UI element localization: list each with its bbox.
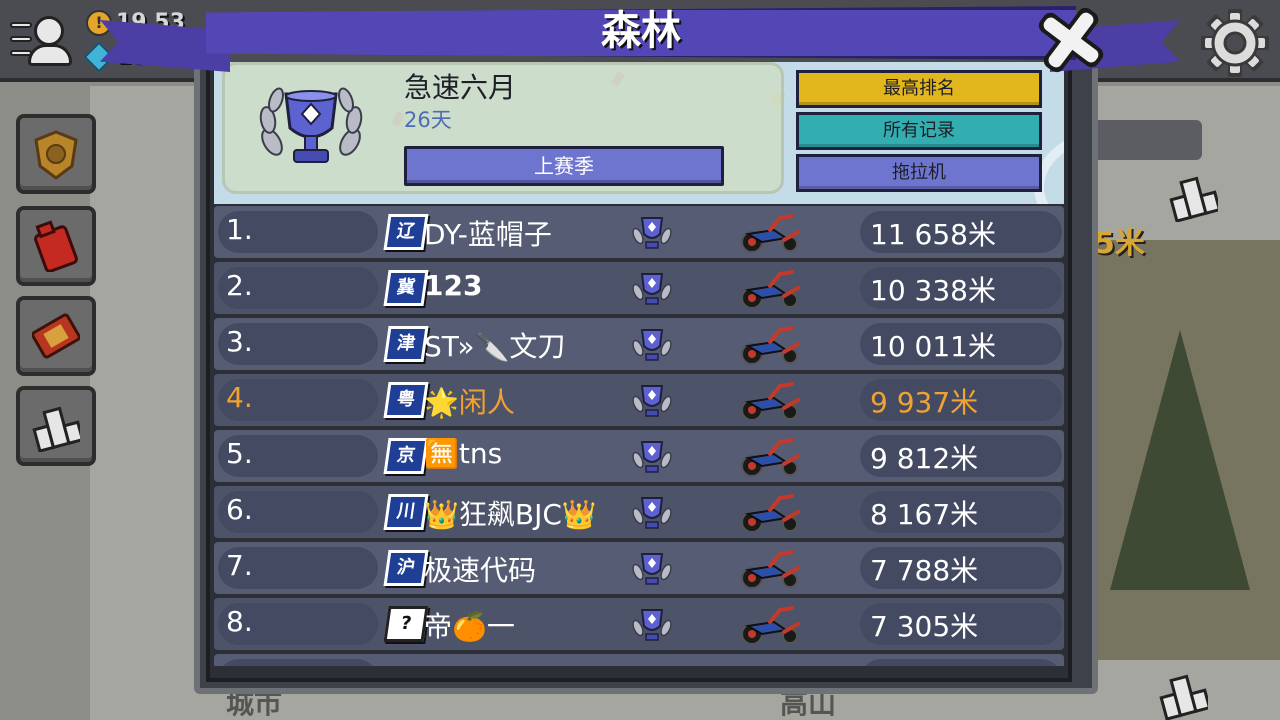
leaderboard-row[interactable]: 8. ? 帝🍊一 7 305米 — [214, 598, 1064, 650]
season-trophy-icon — [259, 87, 363, 163]
podium-icon — [32, 406, 80, 452]
leaderboard-row[interactable]: 2. 冀 123 10 338米 — [214, 262, 1064, 314]
rank-number: 4. — [226, 381, 253, 414]
rank-number: 2. — [226, 269, 253, 302]
distance-value: 7 788米 — [870, 554, 979, 587]
player-name: 帝🍊一 — [424, 610, 515, 643]
close-icon[interactable] — [1030, 0, 1112, 80]
region-flag-icon: 津 — [383, 326, 429, 362]
player-name: 👑狂飙BJC👑 — [424, 498, 597, 531]
leaderboard-row[interactable]: 7. 沪 极速代码 7 788米 — [214, 542, 1064, 594]
distance-value: 9 812米 — [870, 442, 979, 475]
side-leaderboard-button[interactable] — [16, 386, 96, 466]
ticket-icon — [32, 313, 80, 359]
tractor-icon — [741, 438, 800, 477]
rank-number: 5. — [226, 437, 253, 470]
region-flag-icon: 冀 — [383, 270, 429, 306]
side-shield-button[interactable] — [16, 114, 96, 194]
region-flag-icon: 辽 — [383, 214, 429, 250]
distance-value: 8 167米 — [870, 498, 979, 531]
region-flag-icon: 粤 — [383, 382, 429, 418]
profile-menu-icon[interactable] — [8, 10, 74, 72]
distance-value: 11 658米 — [870, 218, 996, 251]
distance-value: 10 011米 — [870, 330, 996, 363]
season-days-left: 26天 — [404, 108, 452, 132]
rank-number: 1. — [226, 213, 253, 246]
trophy-icon — [632, 385, 672, 417]
tractor-icon — [741, 214, 800, 253]
player-name: ST»🔪文刀 — [424, 330, 566, 363]
leaderboard-row[interactable]: 3. 津 ST»🔪文刀 10 011米 — [214, 318, 1064, 370]
region-flag-icon: 川 — [383, 494, 429, 530]
leaderboard-row[interactable]: 6. 川 👑狂飙BJC👑 8 167米 — [214, 486, 1064, 538]
tractor-icon — [741, 494, 800, 533]
region-flag-icon: 沪 — [383, 550, 429, 586]
background-distance-text: 5米 — [1094, 226, 1145, 261]
podium-icon — [1169, 176, 1218, 222]
previous-season-button[interactable]: 上赛季 — [404, 146, 724, 186]
side-ticket-button[interactable] — [16, 296, 96, 376]
player-name: 🈚tns — [424, 437, 503, 470]
player-name: 极速代码 — [424, 554, 537, 587]
leaderboard-list: 1. 辽 DY-蓝帽子 11 658米 2. 冀 123 10 338米 3. … — [214, 204, 1064, 666]
tractor-icon — [741, 270, 800, 309]
background-tree — [1110, 330, 1250, 590]
tab-top-rank[interactable]: 最高排名 — [796, 70, 1042, 108]
trophy-icon — [632, 329, 672, 361]
settings-gear-icon[interactable] — [1198, 6, 1272, 80]
region-flag-icon: 京 — [383, 438, 429, 474]
rank-number: 6. — [226, 493, 253, 526]
leaderboard-row-partial[interactable] — [214, 654, 1064, 666]
side-fuel-button[interactable] — [16, 206, 96, 286]
tab-all-records[interactable]: 所有记录 — [796, 112, 1042, 150]
trophy-icon — [632, 609, 672, 641]
region-flag-icon: ? — [383, 606, 429, 642]
tractor-icon — [741, 382, 800, 421]
leaderboard-row[interactable]: 5. 京 🈚tns 9 812米 — [214, 430, 1064, 482]
rank-number: 3. — [226, 325, 253, 358]
player-name: 123 — [424, 269, 483, 302]
player-name: 🌟闲人 — [424, 386, 515, 419]
tractor-icon — [741, 326, 800, 365]
season-name: 急速六月 — [404, 71, 517, 104]
rank-number: 8. — [226, 605, 253, 638]
rank-number: 7. — [226, 549, 253, 582]
shield-icon — [34, 130, 78, 180]
player-name: DY-蓝帽子 — [424, 218, 552, 251]
page-title: 森林 — [601, 8, 681, 54]
distance-value: 9 937米 — [870, 386, 979, 419]
trophy-icon — [632, 497, 672, 529]
distance-value: 7 305米 — [870, 610, 979, 643]
tractor-icon — [741, 606, 800, 645]
background-card — [1090, 120, 1202, 160]
distance-value: 10 338米 — [870, 274, 996, 307]
fuel-can-icon — [34, 220, 78, 272]
tractor-icon — [741, 550, 800, 589]
leaderboard-row[interactable]: 1. 辽 DY-蓝帽子 11 658米 — [214, 206, 1064, 258]
podium-icon — [1159, 674, 1208, 720]
trophy-icon — [632, 441, 672, 473]
leaderboard-row-current-player[interactable]: 4. 粤 🌟闲人 9 937米 — [214, 374, 1064, 426]
trophy-icon — [632, 273, 672, 305]
trophy-icon — [632, 553, 672, 585]
trophy-icon — [632, 217, 672, 249]
tab-vehicle-tractor[interactable]: 拖拉机 — [796, 154, 1042, 192]
